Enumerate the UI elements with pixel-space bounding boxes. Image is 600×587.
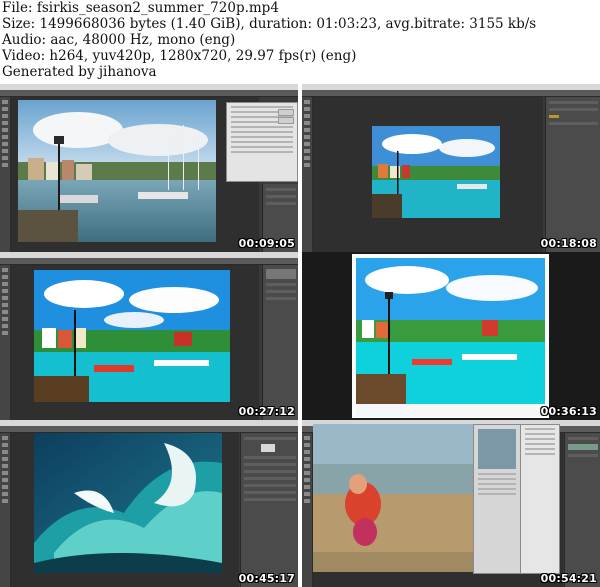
wave-painting bbox=[34, 433, 222, 573]
layers-panel bbox=[262, 265, 298, 420]
options-bar bbox=[0, 258, 298, 265]
timestamp: 00:36:13 bbox=[540, 405, 597, 418]
filter-settings-pane[interactable] bbox=[520, 424, 560, 574]
adjustments-panel bbox=[240, 433, 298, 587]
options-bar bbox=[302, 90, 600, 97]
file-name-line: File: fsirkis_season2_summer_720p.mp4 bbox=[2, 0, 279, 16]
thumbnail-1[interactable]: 00:09:05 bbox=[0, 84, 298, 252]
painted-harbor-image bbox=[352, 254, 549, 418]
options-bar bbox=[0, 426, 298, 433]
thumbnail-5[interactable]: 00:45:17 bbox=[0, 420, 298, 587]
adjustment-dialog[interactable] bbox=[226, 102, 298, 182]
filter-gallery-dialog[interactable] bbox=[473, 424, 521, 574]
timestamp: 00:09:05 bbox=[238, 237, 295, 250]
harbor-photo bbox=[372, 126, 500, 218]
timestamp: 00:27:12 bbox=[238, 405, 295, 418]
file-info-header: File: fsirkis_season2_summer_720p.mp4 Si… bbox=[2, 0, 598, 80]
tools-panel bbox=[0, 97, 11, 252]
audio-info-line: Audio: aac, 48000 Hz, mono (eng) bbox=[2, 32, 236, 48]
file-size-line: Size: 1499668036 bytes (1.40 GiB), durat… bbox=[2, 16, 537, 32]
tools-panel bbox=[302, 97, 313, 252]
timestamp: 00:54:21 bbox=[540, 572, 597, 585]
tools-panel bbox=[0, 265, 11, 420]
generated-by-line: Generated by jihanova bbox=[2, 64, 157, 80]
thumbnail-2[interactable]: 00:18:08 bbox=[302, 84, 600, 252]
options-bar bbox=[0, 90, 298, 97]
properties-panel bbox=[545, 97, 600, 252]
thumbnail-3[interactable]: 00:27:12 bbox=[0, 252, 298, 420]
timestamp: 00:18:08 bbox=[540, 237, 597, 250]
thumbnail-6[interactable]: 00:54:21 bbox=[302, 420, 600, 587]
thumbnail-grid: 00:09:05 00:18:08 00:27:12 00:36:13 00:4… bbox=[0, 84, 600, 587]
video-info-line: Video: h264, yuv420p, 1280x720, 29.97 fp… bbox=[2, 48, 357, 64]
layers-panel bbox=[564, 433, 600, 587]
tools-panel bbox=[302, 433, 313, 587]
timestamp: 00:45:17 bbox=[238, 572, 295, 585]
harbor-photo bbox=[34, 270, 230, 402]
tools-panel bbox=[0, 433, 11, 587]
filter-gallery-preview bbox=[313, 424, 473, 572]
thumbnail-4[interactable]: 00:36:13 bbox=[302, 252, 600, 420]
harbor-photo bbox=[18, 100, 216, 242]
